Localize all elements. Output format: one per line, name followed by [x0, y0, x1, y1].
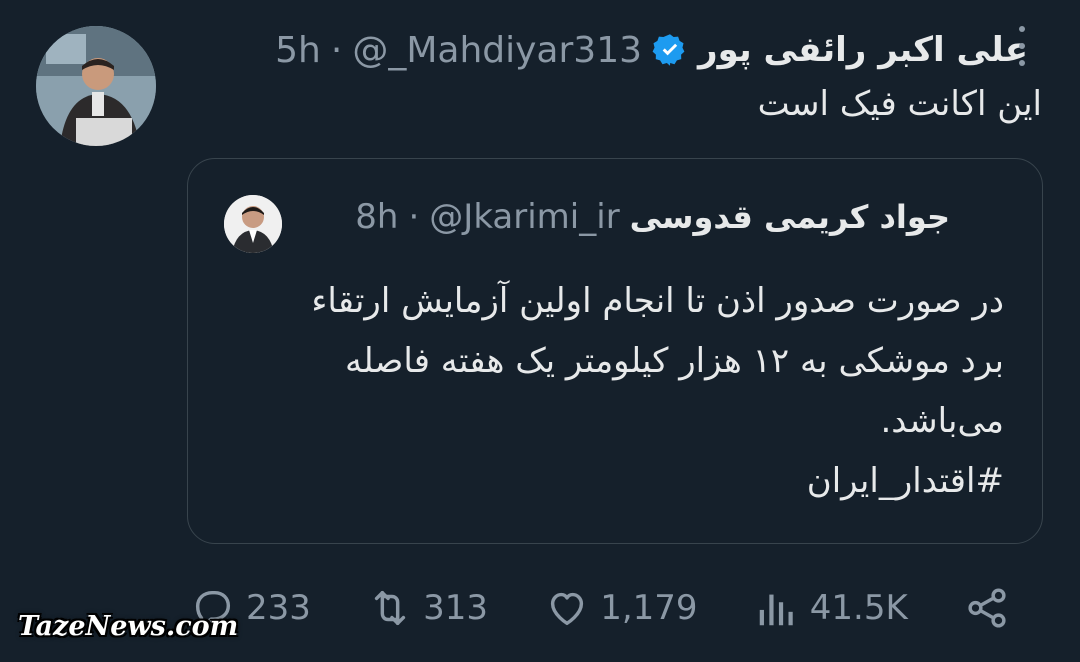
- more-options-icon[interactable]: [1012, 26, 1032, 66]
- quoted-tweet-body: در صورت صدور اذن تا انجام اولین آزمایش ا…: [214, 271, 1004, 511]
- quoted-hashtag[interactable]: #اقتدار_ایران: [214, 451, 1004, 511]
- tweet-time[interactable]: 5h: [275, 30, 321, 71]
- share-icon: [968, 588, 1006, 628]
- tweet-text: این اکانت فیک است: [757, 84, 1042, 124]
- action-bar: 233 313 1,179 41.5K: [190, 580, 1010, 636]
- quoted-body-line: در صورت صدور اذن تا انجام اولین آزمایش ا…: [311, 281, 1004, 321]
- quoted-author-handle: @Jkarimi_ir: [429, 197, 620, 237]
- quoted-body-line: برد موشکی به ۱۲ هزار کیلومتر یک هفته فاص…: [345, 341, 1004, 381]
- quoted-author-avatar: [224, 195, 282, 253]
- views-button[interactable]: 41.5K: [754, 585, 908, 631]
- tweet-header: علی اکبر رائفی پور @_Mahdiyar313 · 5h: [275, 22, 1028, 78]
- retweet-button[interactable]: 313: [367, 585, 488, 631]
- heart-icon: [551, 592, 584, 626]
- quoted-tweet[interactable]: جواد کریمی قدوسی @Jkarimi_ir · 8h در صور…: [187, 158, 1043, 544]
- author-handle[interactable]: @_Mahdiyar313: [352, 30, 642, 71]
- quoted-body-line: می‌باشد.: [880, 401, 1004, 441]
- reply-count: 233: [246, 588, 311, 628]
- quoted-author-name: جواد کریمی قدوسی: [629, 198, 950, 236]
- quoted-header: جواد کریمی قدوسی @Jkarimi_ir · 8h: [355, 197, 950, 237]
- like-count: 1,179: [600, 588, 698, 628]
- verified-badge-icon: [652, 34, 685, 66]
- author-name[interactable]: علی اکبر رائفی پور: [698, 30, 1028, 70]
- quoted-tweet-time: 8h: [355, 197, 399, 237]
- separator: ·: [408, 197, 420, 237]
- author-avatar[interactable]: [36, 26, 156, 146]
- retweet-count: 313: [423, 588, 489, 628]
- analytics-icon: [759, 594, 793, 626]
- view-count: 41.5K: [809, 588, 908, 628]
- separator: ·: [330, 29, 343, 71]
- retweet-icon: [374, 590, 406, 626]
- share-button[interactable]: [964, 585, 1010, 631]
- like-button[interactable]: 1,179: [544, 585, 698, 631]
- watermark-logo: TazeNews.com: [18, 611, 239, 642]
